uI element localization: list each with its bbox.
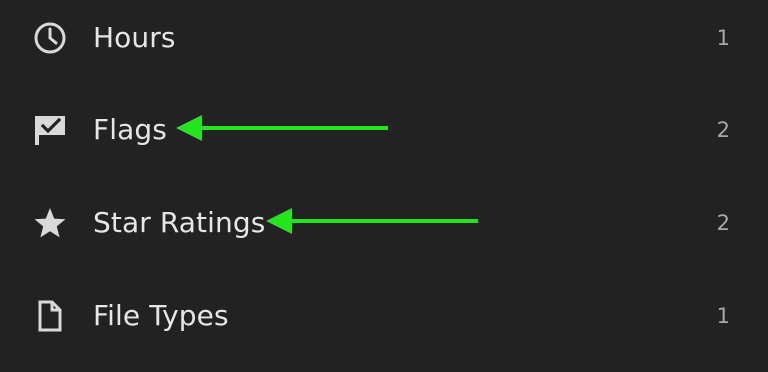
filter-item-count: 1 (716, 26, 730, 50)
annotation-arrow-star-ratings (266, 208, 478, 234)
filter-item-file-types[interactable]: File Types 1 (0, 286, 768, 346)
annotation-arrow-flags (176, 115, 388, 141)
filter-item-label: Hours (93, 21, 176, 54)
filter-list: Hours 1 Flags 2 Star Ratings 2 File Type… (0, 0, 768, 372)
clock-icon (32, 21, 68, 55)
flag-icon (32, 113, 68, 147)
filter-item-label: Flags (93, 113, 167, 146)
file-icon (32, 299, 68, 333)
filter-item-count: 2 (716, 211, 730, 235)
filter-item-label: Star Ratings (93, 206, 266, 239)
filter-item-count: 2 (716, 118, 730, 142)
star-icon (32, 206, 68, 240)
filter-item-count: 1 (716, 304, 730, 328)
filter-item-hours[interactable]: Hours 1 (0, 8, 768, 68)
filter-item-label: File Types (93, 299, 229, 332)
